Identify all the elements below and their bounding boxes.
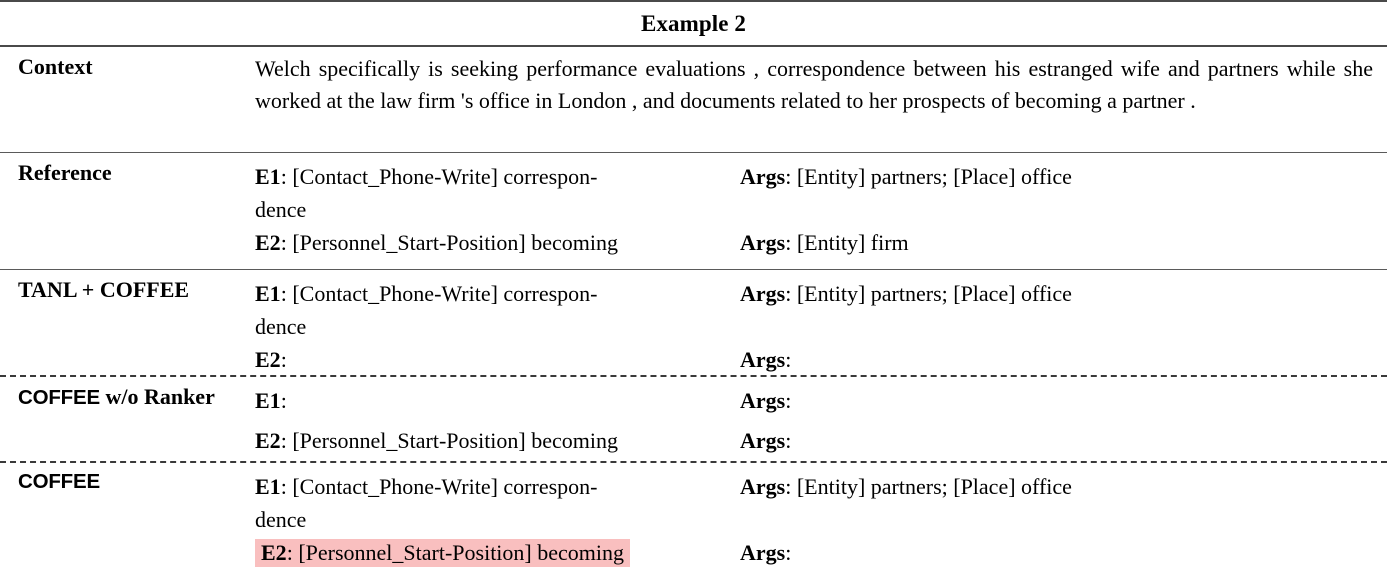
coffee-wo-ranker-entries: E1: Args: E2: [Personnel_Start-Position]… xyxy=(255,377,1387,460)
args-tag-colon: : xyxy=(785,474,792,499)
event-value: [Personnel_Start-Position] becoming xyxy=(292,230,618,255)
event-tag-colon: : xyxy=(280,281,287,306)
event-cell-wor-e1: E1: xyxy=(255,384,740,417)
args-tag: Args xyxy=(740,474,786,499)
event-trigger-part2: dence xyxy=(255,197,307,222)
event-trigger-part1: correspon- xyxy=(503,164,598,189)
args-tag: Args xyxy=(740,428,786,453)
event-trigger-part2: dence xyxy=(255,507,307,532)
args-cell-tanl-e1: Args: [Entity] partners; [Place] office xyxy=(740,277,1387,310)
args-tag-colon: : xyxy=(785,347,792,372)
event-type-label: [Contact_Phone-Write] xyxy=(292,164,498,189)
event-type-label: [Contact_Phone-Write] xyxy=(292,474,498,499)
event-tag-colon: : xyxy=(280,164,287,189)
event-tag-colon: : xyxy=(280,388,287,413)
row-label-wo-ranker-part: w/o Ranker xyxy=(99,384,215,409)
event-tag-e2: E2 xyxy=(255,230,281,255)
args-value: [Entity] partners; [Place] office xyxy=(796,281,1072,306)
event-value: [Personnel_Start-Position] becoming xyxy=(292,428,618,453)
row-label-coffee-part: COFFEE xyxy=(18,386,100,409)
event-tag-colon: : xyxy=(280,474,287,499)
example-table: Example 2 Context Welch specifically is … xyxy=(0,0,1387,573)
event-cell-tanl-e2: E2: xyxy=(255,343,740,376)
row-label-context: Context xyxy=(18,54,93,79)
entry-row-tanl-e1: E1: [Contact_Phone-Write] correspon- den… xyxy=(255,270,1387,343)
entry-row-wor-e2: E2: [Personnel_Start-Position] becoming … xyxy=(255,424,1387,460)
event-tag-colon: : xyxy=(280,428,287,453)
event-tag-e2: E2 xyxy=(255,347,281,372)
event-type-label: [Contact_Phone-Write] xyxy=(292,281,498,306)
event-cell-reference-e2: E2: [Personnel_Start-Position] becoming xyxy=(255,226,740,259)
args-cell-coffee-e1: Args: [Entity] partners; [Place] office xyxy=(740,470,1387,503)
table-title-row: Example 2 xyxy=(0,2,1387,45)
highlighted-event-cell: E2: [Personnel_Start-Position] becoming xyxy=(255,539,630,567)
table-row-reference: Reference E1: [Contact_Phone-Write] corr… xyxy=(0,153,1387,269)
tanl-coffee-entries: E1: [Contact_Phone-Write] correspon- den… xyxy=(255,270,1387,379)
row-label-tanl-coffee: TANL + COFFEE xyxy=(18,277,190,302)
coffee-entries: E1: [Contact_Phone-Write] correspon- den… xyxy=(255,463,1387,576)
row-label-coffee-wo-ranker: COFFEE w/o Ranker xyxy=(18,384,215,409)
args-value: [Entity] partners; [Place] office xyxy=(796,164,1072,189)
event-cell-wor-e2: E2: [Personnel_Start-Position] becoming xyxy=(255,424,740,457)
args-cell-wor-e2: Args: xyxy=(740,424,1387,457)
entry-row-coffee-e1: E1: [Contact_Phone-Write] correspon- den… xyxy=(255,463,1387,536)
args-tag-colon: : xyxy=(785,230,792,255)
event-tag-e1: E1 xyxy=(255,164,281,189)
args-value: [Entity] partners; [Place] office xyxy=(796,474,1072,499)
entry-row-coffee-e2: E2: [Personnel_Start-Position] becoming … xyxy=(255,536,1387,576)
args-tag: Args xyxy=(740,388,786,413)
event-tag-e1: E1 xyxy=(255,474,281,499)
args-cell-tanl-e2: Args: xyxy=(740,343,1387,376)
row-label-coffee: COFFEE xyxy=(18,470,100,493)
event-trigger-part1: correspon- xyxy=(503,474,598,499)
row-label-cell-coffee-wo-ranker: COFFEE w/o Ranker xyxy=(0,377,255,410)
row-label-cell-context: Context xyxy=(0,47,255,80)
event-tag-e1: E1 xyxy=(255,281,281,306)
event-cell-tanl-e1: E1: [Contact_Phone-Write] correspon- den… xyxy=(255,277,740,343)
context-cell: Welch specifically is seeking performanc… xyxy=(255,47,1387,117)
event-tag-colon: : xyxy=(280,347,287,372)
args-tag: Args xyxy=(740,281,786,306)
entry-row-tanl-e2: E2: Args: xyxy=(255,343,1387,379)
event-tag-colon: : xyxy=(286,540,293,565)
entry-row-reference-e1: E1: [Contact_Phone-Write] correspon- den… xyxy=(255,153,1387,226)
args-tag-colon: : xyxy=(785,281,792,306)
event-tag-e2: E2 xyxy=(261,540,287,565)
args-tag: Args xyxy=(740,540,786,565)
event-cell-reference-e1: E1: [Contact_Phone-Write] correspon- den… xyxy=(255,160,740,226)
event-cell-coffee-e1: E1: [Contact_Phone-Write] correspon- den… xyxy=(255,470,740,536)
args-tag: Args xyxy=(740,347,786,372)
args-cell-reference-e2: Args: [Entity] firm xyxy=(740,226,1387,259)
row-label-cell-coffee: COFFEE xyxy=(0,463,255,494)
row-label-cell-tanl-coffee: TANL + COFFEE xyxy=(0,270,255,303)
args-tag-colon: : xyxy=(785,164,792,189)
table-row-tanl-coffee: TANL + COFFEE E1: [Contact_Phone-Write] … xyxy=(0,270,1387,375)
args-tag-colon: : xyxy=(785,428,792,453)
args-cell-coffee-e2: Args: xyxy=(740,536,1387,569)
table-row-coffee-wo-ranker: COFFEE w/o Ranker E1: Args: E2: [Personn… xyxy=(0,377,1387,461)
event-tag-colon: : xyxy=(280,230,287,255)
event-value: [Personnel_Start-Position] becoming xyxy=(298,540,624,565)
table-row-coffee: COFFEE E1: [Contact_Phone-Write] corresp… xyxy=(0,463,1387,573)
entry-row-wor-e1: E1: Args: xyxy=(255,377,1387,424)
args-value: [Entity] firm xyxy=(796,230,909,255)
event-tag-e2: E2 xyxy=(255,428,281,453)
page-title: Example 2 xyxy=(640,10,747,36)
table-row-context: Context Welch specifically is seeking pe… xyxy=(0,47,1387,152)
context-text: Welch specifically is seeking performanc… xyxy=(255,56,1373,113)
args-cell-wor-e1: Args: xyxy=(740,384,1387,417)
event-trigger-part2: dence xyxy=(255,314,307,339)
row-label-cell-reference: Reference xyxy=(0,153,255,186)
args-tag: Args xyxy=(740,230,786,255)
row-label-reference: Reference xyxy=(18,160,112,185)
reference-entries: E1: [Contact_Phone-Write] correspon- den… xyxy=(255,153,1387,268)
args-tag: Args xyxy=(740,164,786,189)
args-tag-colon: : xyxy=(785,540,792,565)
args-cell-reference-e1: Args: [Entity] partners; [Place] office xyxy=(740,160,1387,193)
event-cell-coffee-e2: E2: [Personnel_Start-Position] becoming xyxy=(255,536,740,569)
event-tag-e1: E1 xyxy=(255,388,281,413)
entry-row-reference-e2: E2: [Personnel_Start-Position] becoming … xyxy=(255,226,1387,268)
event-trigger-part1: correspon- xyxy=(503,281,598,306)
args-tag-colon: : xyxy=(785,388,792,413)
